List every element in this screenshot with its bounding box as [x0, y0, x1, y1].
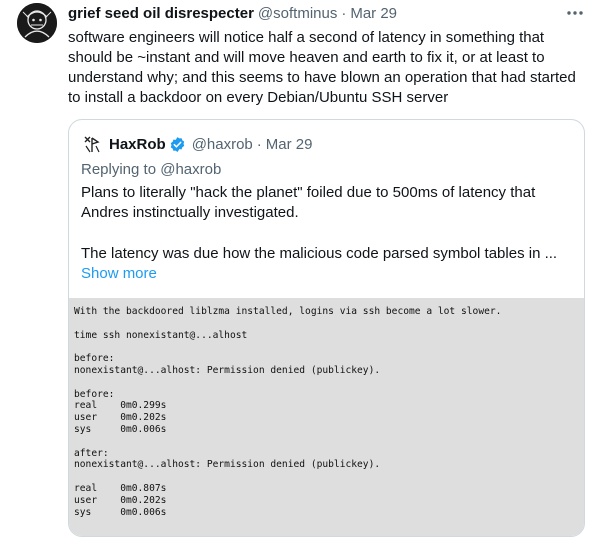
author-name[interactable]: grief seed oil disrespecter: [68, 5, 254, 22]
quote-separator-dot: ·: [256, 135, 262, 153]
quote-avatar[interactable]: [81, 133, 103, 155]
quote-author-handle[interactable]: @haxrob: [192, 136, 253, 153]
tweet-header: grief seed oil disrespecter @softminus ·…: [68, 5, 588, 25]
more-button[interactable]: [564, 4, 586, 22]
avatar[interactable]: [17, 3, 57, 43]
quote-header: HaxRob @haxrob · Mar 29: [81, 133, 572, 155]
code-screenshot-image[interactable]: With the backdoored liblzma installed, l…: [69, 298, 584, 536]
code-text: With the backdoored liblzma installed, l…: [74, 306, 501, 518]
code-line: before:: [74, 353, 115, 365]
quote-text-truncated: The latency was due how the malicious co…: [81, 245, 558, 262]
code-line: before:: [74, 388, 115, 400]
replying-mention[interactable]: @haxrob: [160, 161, 221, 178]
avatar-image: [17, 3, 57, 43]
quote-date[interactable]: Mar 29: [266, 136, 313, 153]
code-line: nonexistant@...alhost: Permission denied…: [74, 459, 381, 471]
replying-to: Replying to @haxrob: [81, 161, 221, 178]
code-line: user 0m0.202s: [74, 494, 167, 506]
tweet-text: software engineers will notice half a se…: [68, 29, 576, 106]
code-line: nonexistant@...alhost: Permission denied…: [74, 364, 381, 376]
code-line: real 0m0.807s: [74, 482, 167, 494]
tweet-date[interactable]: Mar 29: [350, 5, 397, 22]
code-line: user 0m0.202s: [74, 412, 167, 424]
more-horizontal-icon: [567, 11, 583, 15]
quote-avatar-image: [82, 134, 102, 154]
verified-badge-icon: [169, 136, 186, 153]
quoted-tweet[interactable]: HaxRob @haxrob · Mar 29 Replying to @hax…: [68, 119, 585, 537]
replying-prefix: Replying to: [81, 161, 157, 178]
show-more-link[interactable]: Show more: [81, 265, 157, 282]
author-handle[interactable]: @softminus: [258, 5, 337, 22]
code-line: time ssh nonexistant@...alhost: [74, 329, 248, 341]
code-line: sys 0m0.006s: [74, 506, 167, 518]
quote-author-name[interactable]: HaxRob: [109, 136, 166, 153]
code-line: sys 0m0.006s: [74, 423, 167, 435]
quote-text: Plans to literally "hack the planet" foi…: [81, 184, 536, 221]
code-line: real 0m0.299s: [74, 400, 167, 412]
code-line: With the backdoored liblzma installed, l…: [74, 306, 502, 317]
code-line: after:: [74, 447, 109, 459]
tweet[interactable]: grief seed oil disrespecter @softminus ·…: [0, 0, 604, 546]
separator-dot: ·: [341, 5, 347, 22]
